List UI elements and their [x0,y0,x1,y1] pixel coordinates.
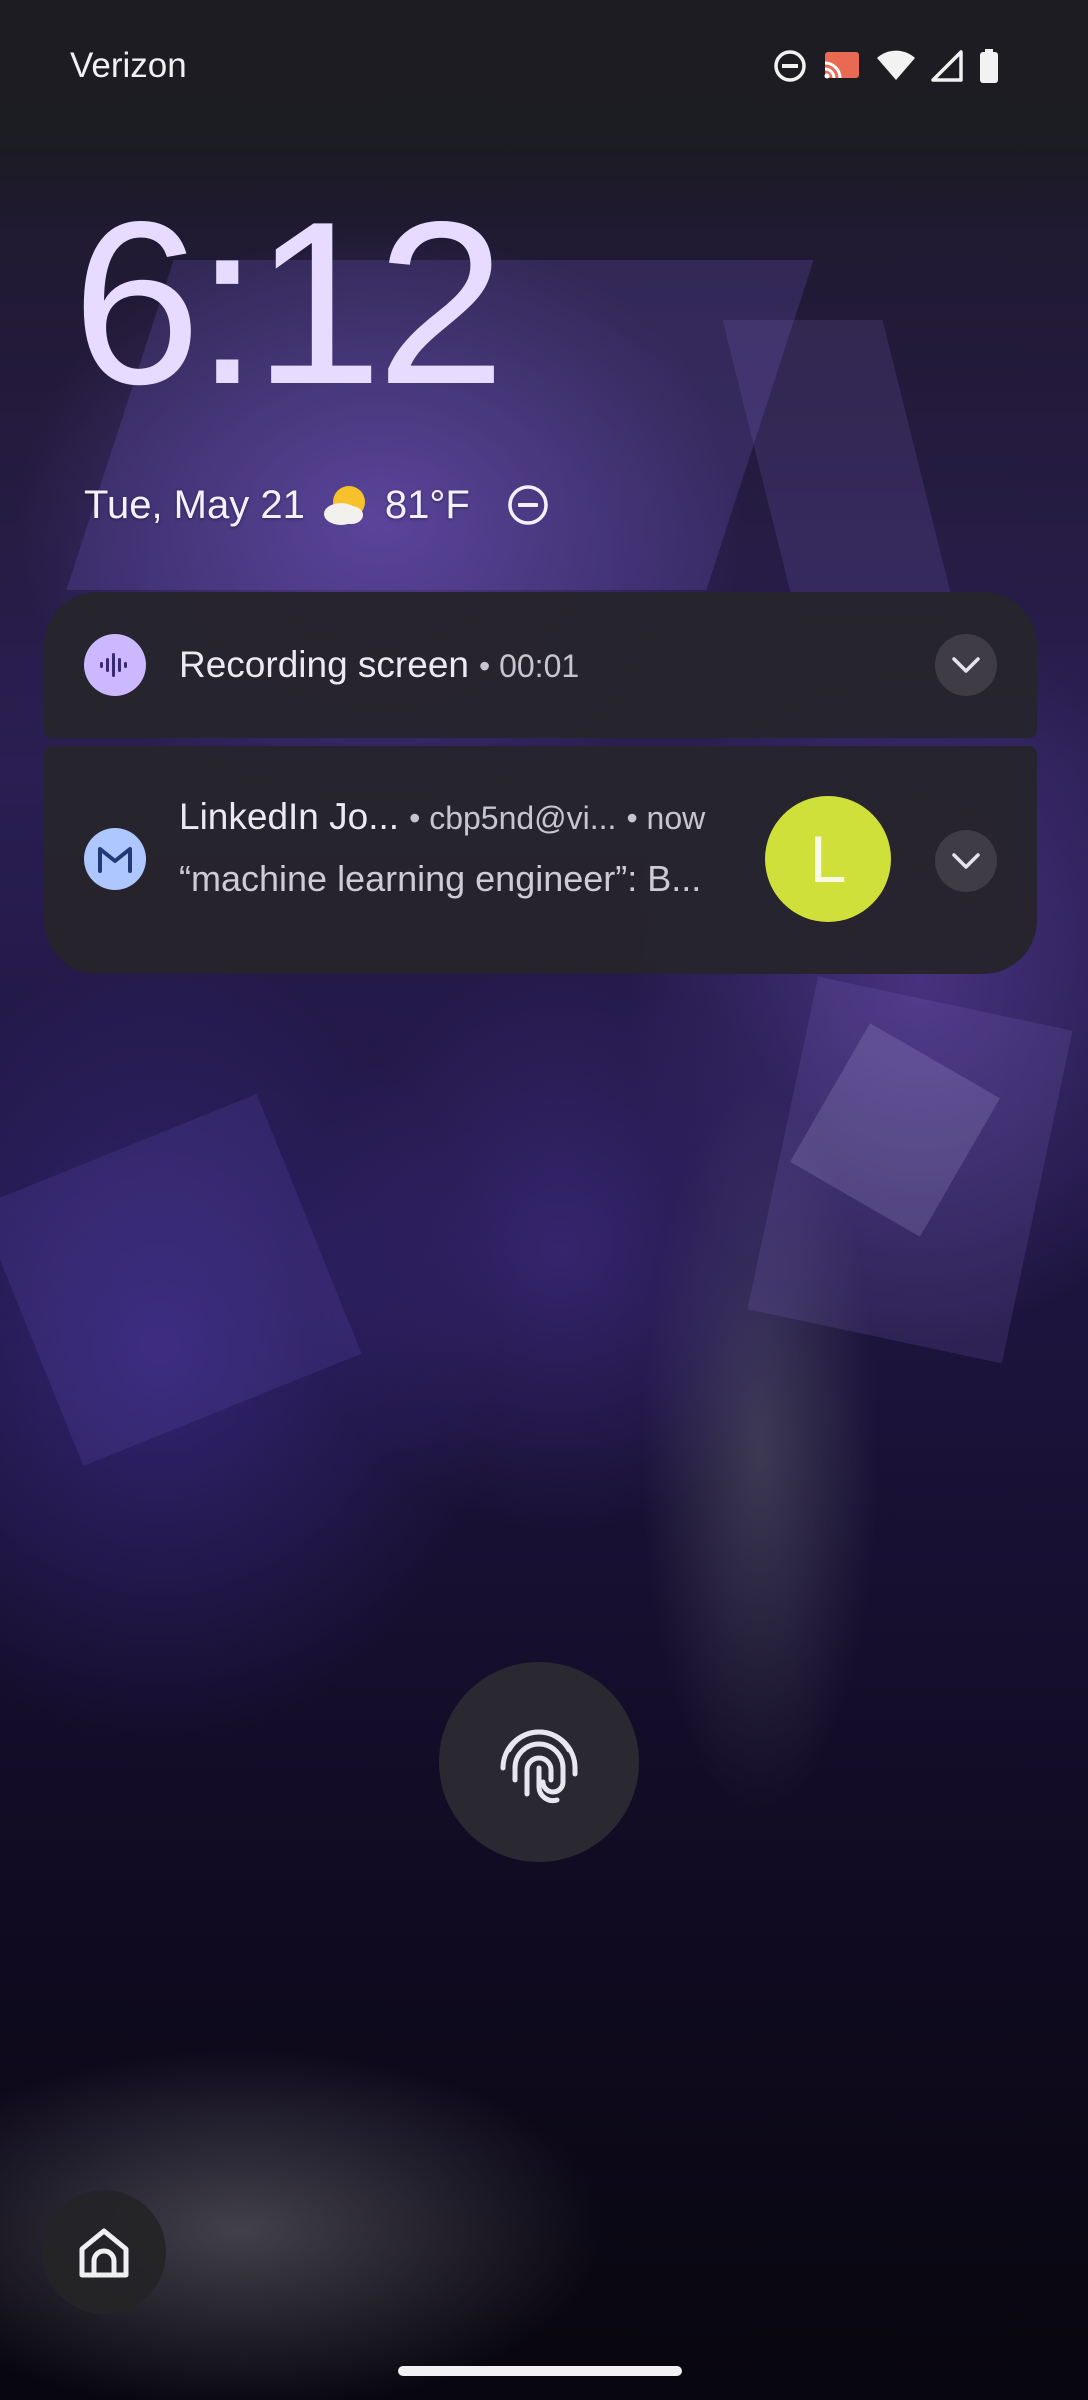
notification-title: Recording screen [179,644,469,685]
cast-icon [822,49,862,83]
notification-time: • now [626,800,706,836]
fingerprint-sensor[interactable] [439,1662,639,1862]
sender-avatar: L [765,796,891,922]
home-icon [79,2228,129,2278]
fingerprint-icon [500,1729,578,1804]
wallpaper-crystal [722,320,958,620]
do-not-disturb-icon [506,483,550,527]
carrier-name: Verizon [70,46,187,85]
expand-notification-button[interactable] [935,830,997,892]
partly-cloudy-icon [321,482,369,528]
status-icons [772,48,1000,84]
home-shortcut-button[interactable] [42,2190,166,2314]
wifi-icon [876,50,916,82]
chevron-down-icon [952,853,980,869]
notification-header: LinkedIn Jo... • cbp5nd@vi... • now [179,796,705,838]
recording-timer: • 00:01 [478,648,580,684]
cell-signal-icon [930,50,964,82]
notification-shelf: Recording screen • 00:01 LinkedIn Jo... … [44,592,1037,974]
smartspace[interactable]: Tue, May 21 81°F [84,482,550,528]
notification-title: LinkedIn Jo... [179,796,400,837]
notification-body: “machine learning engineer”: B... [179,858,702,899]
date-label: Tue, May 21 [84,482,305,527]
gmail-icon [84,828,146,890]
temperature-label: 81°F [384,482,470,527]
status-bar: Verizon [0,0,1088,130]
lock-screen: Verizon 6:12 Tue, May 21 81°F Recording … [0,0,1088,2400]
lockscreen-clock: 6:12 [72,174,506,433]
wallpaper-crystal [0,1094,362,1466]
notification-screen-recording[interactable]: Recording screen • 00:01 [44,592,1037,738]
sound-wave-icon [84,634,146,696]
notification-gmail[interactable]: LinkedIn Jo... • cbp5nd@vi... • now “mac… [44,746,1037,974]
battery-icon [978,48,1000,84]
chevron-down-icon [952,657,980,673]
gesture-navigation-handle[interactable] [398,2366,682,2376]
notification-header: Recording screen • 00:01 [179,644,579,686]
notification-account: • cbp5nd@vi... [409,800,617,836]
do-not-disturb-icon [772,48,808,84]
expand-notification-button[interactable] [935,634,997,696]
